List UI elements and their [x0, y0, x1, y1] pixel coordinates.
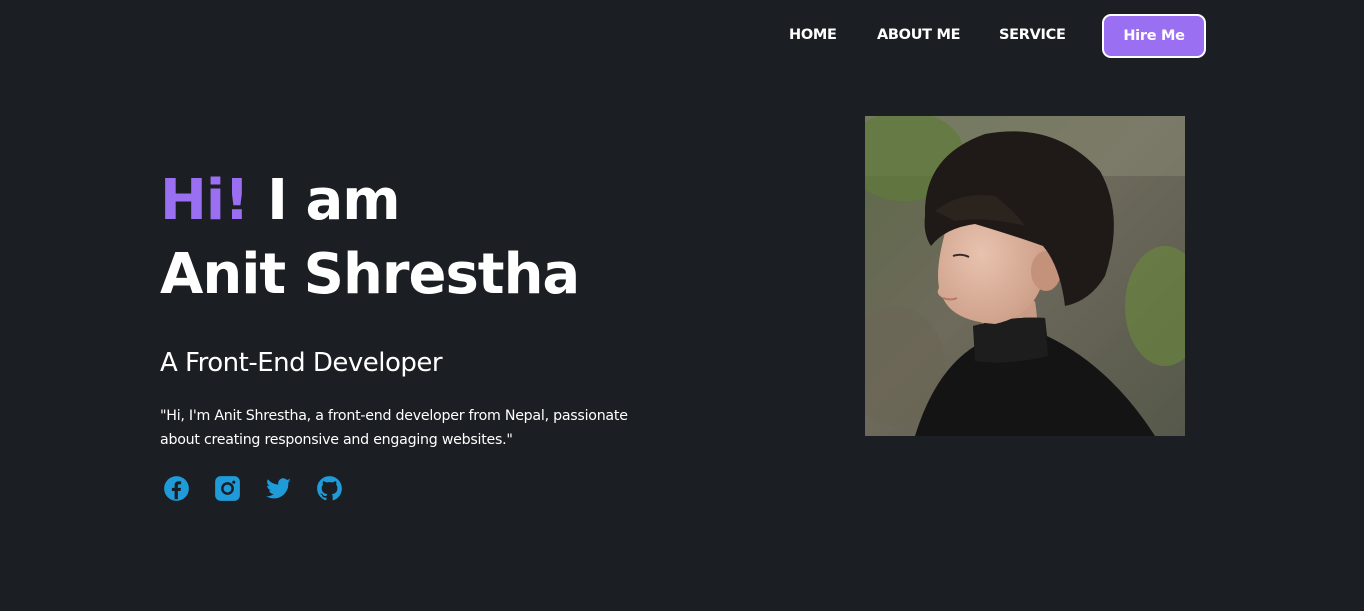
hero-greeting: Hi! [160, 168, 250, 233]
facebook-icon [163, 475, 189, 501]
hero-name: Anit Shrestha [160, 242, 580, 307]
nav-about-link[interactable]: ABOUT ME [877, 27, 961, 43]
instagram-icon [214, 475, 240, 501]
github-link[interactable] [315, 474, 343, 502]
profile-photo-illustration [865, 116, 1185, 436]
nav-home-link[interactable]: HOME [789, 27, 837, 43]
nav-service-link[interactable]: SERVICE [999, 27, 1066, 43]
portfolio-page: HOME ABOUT ME SERVICE Hire Me Hi! I am A… [0, 0, 1364, 611]
instagram-link[interactable] [213, 474, 241, 502]
top-nav: HOME ABOUT ME SERVICE Hire Me [0, 14, 1364, 58]
profile-photo [865, 116, 1185, 436]
hero-heading: Hi! I am Anit Shrestha [160, 164, 580, 312]
hire-me-button[interactable]: Hire Me [1102, 14, 1206, 58]
facebook-link[interactable] [162, 474, 190, 502]
github-icon [316, 475, 342, 500]
twitter-icon [265, 477, 291, 498]
hero-bio: "Hi, I'm Anit Shrestha, a front-end deve… [160, 408, 628, 448]
twitter-link[interactable] [264, 474, 292, 502]
hero-intro: I am [248, 168, 400, 233]
hero-role: A Front-End Developer [160, 348, 443, 378]
